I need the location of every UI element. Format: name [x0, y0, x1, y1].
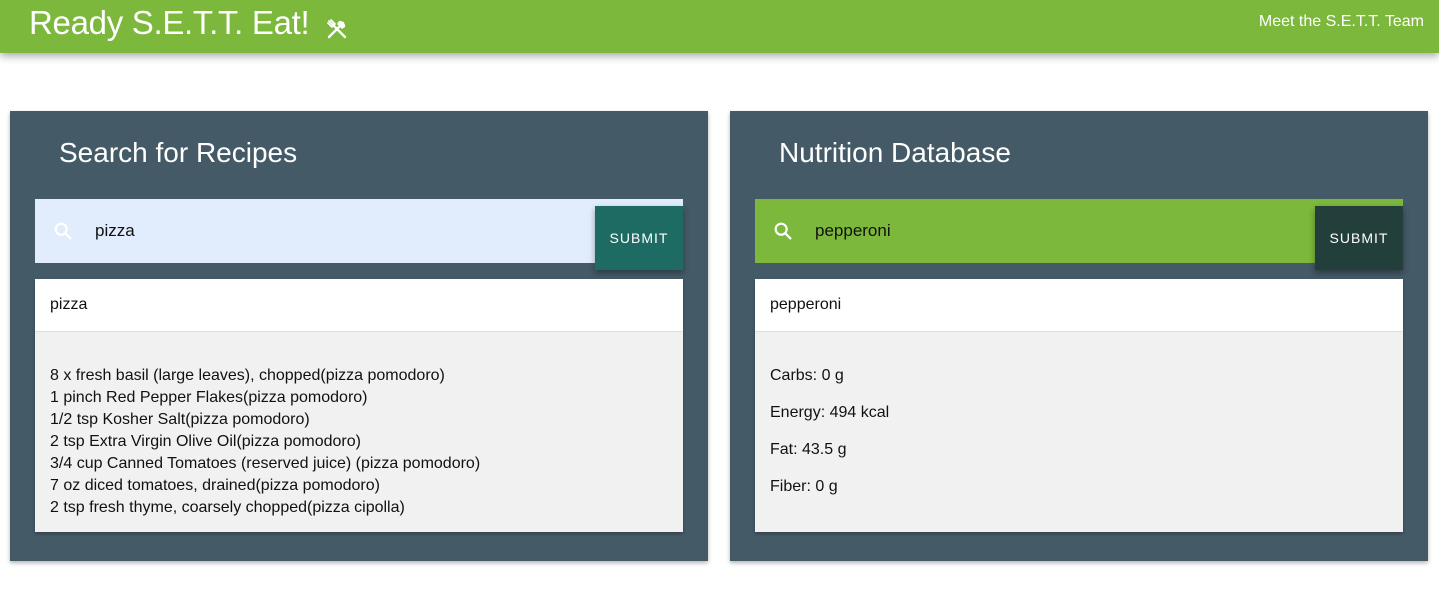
nutrient-item: Carbs: 0 g — [770, 367, 844, 384]
ingredient-item: 7 oz diced tomatoes, drained(pizza pomod… — [50, 477, 380, 494]
recipe-search-bar: pizza SUBMIT — [35, 199, 683, 270]
ingredient-item: 2 tsp fresh thyme, coarsely chopped(pizz… — [50, 499, 405, 516]
nutrition-search-input[interactable]: pepperoni — [815, 221, 891, 241]
ingredient-item: 1 pinch Red Pepper Flakes(pizza pomodoro… — [50, 389, 368, 406]
nutrition-result-card: pepperoni Carbs: 0 g Energy: 494 kcal Fa… — [755, 279, 1403, 532]
recipe-result-title: pizza — [35, 279, 683, 332]
nutrition-submit-button[interactable]: SUBMIT — [1315, 206, 1403, 270]
recipe-panel-title: Search for Recipes — [59, 137, 298, 168]
top-navbar: Ready S.E.T.T. Eat! Meet the S.E.T.T. Te… — [0, 0, 1439, 53]
nutrition-search-bar: pepperoni SUBMIT — [755, 199, 1403, 270]
utensils-icon — [325, 11, 349, 39]
ingredient-item: 3/4 cup Canned Tomatoes (reserved juice)… — [50, 455, 481, 472]
nutrient-list: Carbs: 0 g Energy: 494 kcal Fat: 43.5 g … — [755, 332, 1403, 498]
brand[interactable]: Ready S.E.T.T. Eat! — [29, 4, 349, 42]
nutrition-result-title: pepperoni — [755, 279, 1403, 332]
brand-title[interactable]: Ready S.E.T.T. Eat! — [29, 4, 310, 42]
nutrient-item: Fiber: 0 g — [770, 478, 838, 495]
ingredient-item: 8 x fresh basil (large leaves), chopped(… — [50, 367, 445, 384]
nutrition-panel-title: Nutrition Database — [779, 137, 1011, 168]
ingredient-item: 2 tsp Extra Virgin Olive Oil(pizza pomod… — [50, 433, 361, 450]
meet-team-link[interactable]: Meet the S.E.T.T. Team — [1259, 13, 1424, 31]
nutrient-item: Fat: 43.5 g — [770, 441, 847, 458]
recipe-search-input[interactable]: pizza — [95, 221, 135, 241]
search-icon — [52, 220, 74, 242]
nutrient-item: Energy: 494 kcal — [770, 404, 890, 421]
ingredient-list: 8 x fresh basil (large leaves), chopped(… — [35, 332, 683, 519]
nutrition-panel: Nutrition Database pepperoni SUBMIT pepp… — [730, 111, 1428, 561]
recipe-search-panel: Search for Recipes pizza SUBMIT pizza 8 … — [10, 111, 708, 561]
recipe-result-card: pizza 8 x fresh basil (large leaves), ch… — [35, 279, 683, 532]
recipe-submit-button[interactable]: SUBMIT — [595, 206, 683, 270]
search-icon — [772, 220, 794, 242]
ingredient-item: 1/2 tsp Kosher Salt(pizza pomodoro) — [50, 411, 310, 428]
